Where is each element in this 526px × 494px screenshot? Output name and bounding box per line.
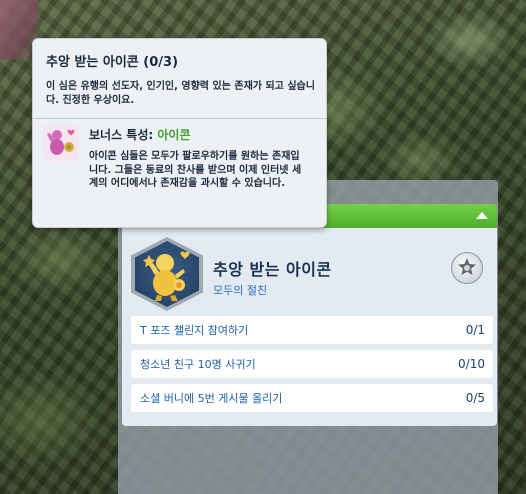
task-progress: 0/10: [458, 357, 485, 371]
reward-button[interactable]: [451, 252, 483, 284]
tooltip-divider: [33, 118, 326, 119]
goal-subtitle: 모두의 절친: [213, 284, 268, 297]
goal-title: 추앙 받는 아이콘: [213, 260, 332, 279]
task-label: 소셜 버니에 5번 게시물 올리기: [140, 392, 283, 405]
task-row[interactable]: T 포즈 챌린지 참여하기 0/1: [131, 316, 493, 344]
bonus-trait-description: 아이콘 심들은 모두가 팔로우하기를 원하는 존재입니다. 그들은 동료의 찬사…: [89, 151, 302, 189]
tooltip-title: 추앙 받는 아이콘 (0/3): [46, 55, 179, 70]
task-label: 청소년 친구 10명 사귀기: [140, 358, 256, 371]
task-progress: 0/1: [465, 323, 485, 337]
bonus-trait-name: 아이콘: [157, 128, 191, 142]
task-label: T 포즈 챌린지 참여하기: [140, 324, 249, 337]
icon-trait-figure-icon: [43, 125, 79, 161]
bonus-label: 보너스 특성:: [89, 128, 154, 142]
task-progress: 0/5: [465, 391, 485, 405]
star-badge-icon: [458, 258, 476, 276]
trait-icon: [43, 125, 79, 161]
task-row[interactable]: 소셜 버니에 5번 게시물 올리기 0/5: [131, 384, 493, 412]
collapse-arrow-icon[interactable]: [476, 212, 488, 219]
aspiration-tooltip: 추앙 받는 아이콘 (0/3) 이 심은 유행의 선도자, 인기인, 영향력 있…: [32, 38, 327, 228]
task-row[interactable]: 청소년 친구 10명 사귀기 0/10: [131, 350, 493, 378]
tooltip-description: 이 심은 유행의 선도자, 인기인, 영향력 있는 존재가 되고 싶습니다. 진…: [46, 81, 315, 106]
bonus-trait-line: 보너스 특성: 아이콘: [89, 126, 191, 143]
